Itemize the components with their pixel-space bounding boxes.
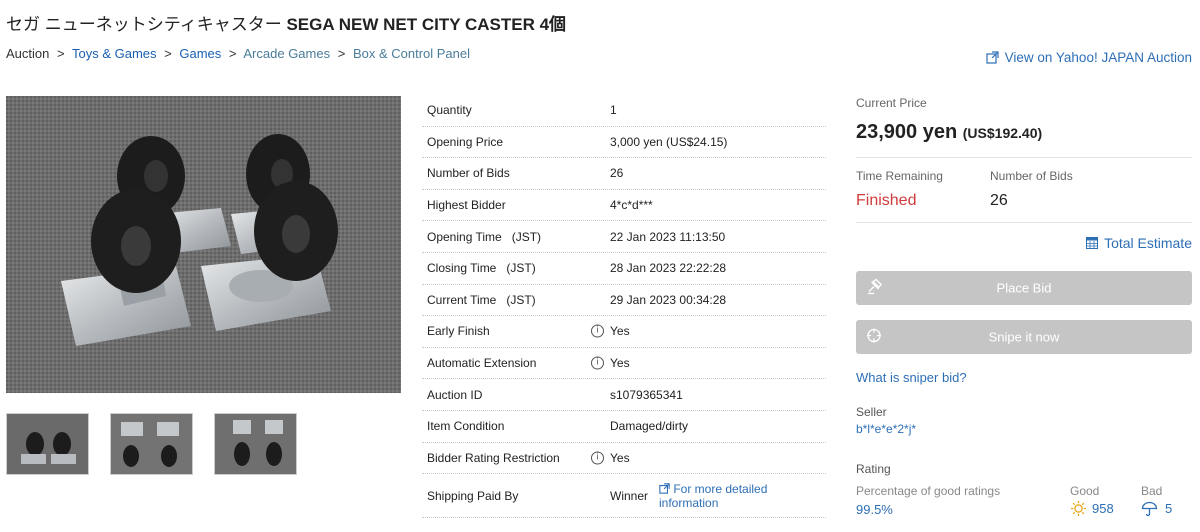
detail-row-closing-time: Closing Time (JST) 28 Jan 2023 22:22:28 — [422, 253, 826, 285]
breadcrumb-item-auction: Auction — [6, 46, 50, 61]
external-link-icon — [659, 482, 670, 494]
snipe-label: Snipe it now — [988, 329, 1060, 345]
detail-row-highest-bidder: Highest Bidder 4*c*d*** — [422, 190, 826, 222]
view-on-yahoo-label: View on Yahoo! JAPAN Auction — [1004, 50, 1192, 65]
thumbnail-2[interactable] — [110, 413, 193, 475]
detail-row-automatic-extension: Automatic Extension i Yes — [422, 348, 826, 380]
sun-icon — [1071, 501, 1086, 516]
thumbnail-3[interactable] — [214, 413, 297, 475]
detail-value: 29 Jan 2023 00:34:28 — [610, 292, 727, 307]
external-link-icon — [986, 51, 999, 64]
rating-label: Rating — [856, 462, 891, 476]
detail-value: s1079365341 — [610, 387, 683, 402]
detail-label: Auction ID — [427, 387, 483, 402]
info-icon[interactable]: i — [591, 451, 604, 465]
details-table: Quantity 1 Opening Price 3,000 yen (US$2… — [422, 95, 826, 519]
detail-label: Bidder Rating Restriction — [427, 450, 560, 465]
detail-value: 28 Jan 2023 22:22:28 — [610, 261, 727, 276]
detail-row-quantity: Quantity 1 — [422, 95, 826, 127]
title-jp: セガ ニューネットシティキャスター — [6, 15, 282, 34]
breadcrumb-separator: > — [228, 46, 237, 61]
price-yen: 23,900 yen — [856, 121, 958, 143]
place-bid-label: Place Bid — [996, 280, 1052, 296]
title-en: SEGA NEW NET CITY CASTER 4個 — [286, 15, 567, 34]
detail-value: 26 — [610, 166, 624, 181]
bad-label: Bad — [1141, 484, 1163, 498]
seller-label: Seller — [856, 405, 887, 419]
detail-value: 4*c*d*** — [610, 198, 653, 213]
detail-row-number-of-bids: Number of Bids 26 — [422, 158, 826, 190]
current-price-label: Current Price — [856, 96, 927, 110]
snipe-button[interactable]: Snipe it now — [856, 320, 1192, 354]
good-percentage-value: 99.5% — [856, 502, 893, 517]
current-price: 23,900 yen (US$192.40) — [856, 121, 1042, 144]
detail-row-bidder-rating-restriction: Bidder Rating Restriction i Yes — [422, 443, 826, 475]
breadcrumb-item-games[interactable]: Games — [179, 46, 221, 61]
detail-row-current-time: Current Time (JST) 29 Jan 2023 00:34:28 — [422, 285, 826, 317]
detail-value: 22 Jan 2023 11:13:50 — [610, 229, 726, 244]
detail-value: Damaged/dirty — [610, 419, 689, 434]
detail-row-auction-id: Auction ID s1079365341 — [422, 379, 826, 411]
place-bid-button[interactable]: Place Bid — [856, 271, 1192, 305]
detail-label: Highest Bidder — [427, 198, 506, 213]
detail-value: Yes — [610, 324, 630, 339]
detail-row-opening-time: Opening Time (JST) 22 Jan 2023 11:13:50 — [422, 221, 826, 253]
calculator-icon — [1086, 237, 1099, 249]
detail-label: Closing Time (JST) — [427, 261, 536, 276]
good-count-value: 958 — [1092, 501, 1114, 516]
detail-label: Quantity — [427, 103, 472, 118]
thumbnail-1[interactable] — [6, 413, 89, 475]
detail-label: Shipping Paid By — [427, 488, 519, 503]
time-remaining-label: Time Remaining — [856, 169, 943, 183]
good-label: Good — [1070, 484, 1100, 498]
total-estimate-link[interactable]: Total Estimate — [1086, 235, 1192, 251]
detail-label: Opening Price — [427, 134, 504, 149]
divider — [856, 157, 1192, 158]
detail-row-shipping-paid-by: Shipping Paid By Winner For more detaile… — [422, 474, 826, 519]
detail-label: Automatic Extension — [427, 356, 537, 371]
view-on-yahoo-link[interactable]: View on Yahoo! JAPAN Auction — [986, 50, 1192, 65]
good-count[interactable]: 958 — [1070, 500, 1114, 517]
total-estimate-label: Total Estimate — [1104, 235, 1192, 251]
info-icon[interactable]: i — [591, 324, 604, 338]
seller-link[interactable]: b*l*e*e*2*j* — [856, 422, 916, 436]
detail-label: Current Time (JST) — [427, 292, 536, 307]
time-remaining-value: Finished — [856, 192, 917, 209]
detail-label: Early Finish — [427, 324, 490, 339]
breadcrumb-separator: > — [57, 46, 65, 61]
detail-row-early-finish: Early Finish i Yes — [422, 316, 826, 348]
breadcrumb-separator: > — [164, 46, 172, 61]
sniper-bid-help-link[interactable]: What is sniper bid? — [856, 370, 967, 385]
detail-value: Winner — [610, 488, 649, 503]
breadcrumb-item-box-control-panel[interactable]: Box & Control Panel — [353, 46, 470, 61]
divider — [856, 222, 1192, 223]
price-usd: (US$192.40) — [962, 125, 1043, 141]
number-of-bids-label: Number of Bids — [990, 169, 1073, 183]
more-info-label: For more detailed information — [659, 481, 768, 510]
good-percentage-label: Percentage of good ratings — [856, 484, 1001, 498]
breadcrumb-separator: > — [337, 46, 346, 61]
detail-row-item-condition: Item Condition Damaged/dirty — [422, 411, 826, 443]
number-of-bids-value: 26 — [990, 192, 1008, 209]
main-photo[interactable] — [6, 96, 401, 393]
detail-label: Opening Time (JST) — [427, 229, 542, 244]
detail-label: Item Condition — [427, 419, 505, 434]
breadcrumb-item-arcade-games[interactable]: Arcade Games — [243, 46, 330, 61]
detail-value: 1 — [610, 103, 617, 118]
umbrella-icon — [1141, 501, 1158, 517]
breadcrumb: Auction > Toys & Games > Games > Arcade … — [6, 46, 470, 61]
info-icon[interactable]: i — [591, 356, 604, 370]
bad-count[interactable]: 5 — [1141, 500, 1172, 517]
detail-value: Yes — [610, 356, 630, 371]
detail-label: Number of Bids — [427, 166, 510, 181]
more-info-link[interactable]: For more detailed information — [659, 482, 819, 510]
breadcrumb-item-toys-games[interactable]: Toys & Games — [72, 46, 157, 61]
detail-row-opening-price: Opening Price 3,000 yen (US$24.15) — [422, 127, 826, 159]
detail-value: Yes — [610, 450, 630, 465]
page-title: セガ ニューネットシティキャスター SEGA NEW NET CITY CAST… — [6, 10, 566, 35]
detail-value: 3,000 yen (US$24.15) — [610, 134, 728, 149]
bad-count-value: 5 — [1165, 501, 1173, 516]
